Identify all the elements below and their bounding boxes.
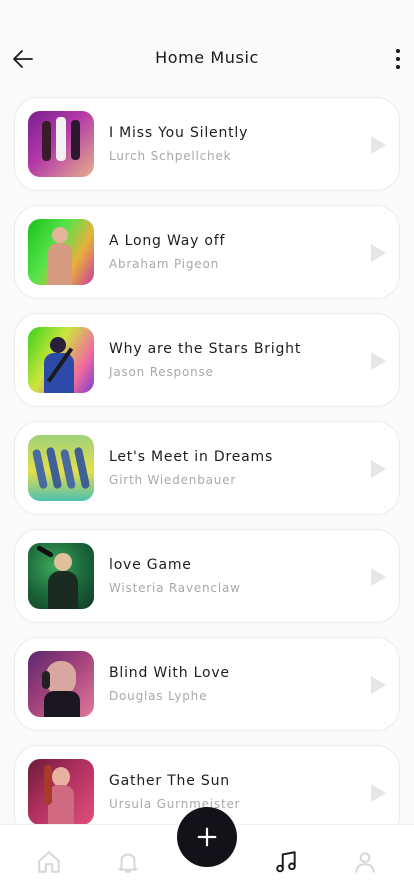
user-icon <box>355 852 375 873</box>
album-art <box>28 543 94 609</box>
album-art <box>28 651 94 717</box>
album-art <box>28 327 94 393</box>
song-artist: Jason Response <box>109 365 214 379</box>
nav-music[interactable] <box>273 849 299 875</box>
bell-icon <box>118 853 138 873</box>
song-title: Gather The Sun <box>109 773 230 789</box>
nav-profile[interactable] <box>352 849 378 875</box>
album-art <box>28 759 94 825</box>
song-title: A Long Way off <box>109 233 226 249</box>
song-card[interactable]: A Long Way off Abraham Pigeon <box>14 205 400 299</box>
nav-notifications[interactable] <box>115 849 141 875</box>
add-button[interactable] <box>177 807 237 867</box>
song-artist: Douglas Lyphe <box>109 689 208 703</box>
play-icon[interactable] <box>371 676 386 694</box>
play-icon[interactable] <box>371 352 386 370</box>
song-title: I Miss You Silently <box>109 125 249 141</box>
song-title: Let's Meet in Dreams <box>109 449 274 465</box>
screen: Home Music I Miss You Silently Lurch Sch… <box>0 0 414 896</box>
play-icon[interactable] <box>371 244 386 262</box>
play-icon[interactable] <box>371 784 386 802</box>
plus-icon <box>197 827 217 847</box>
song-artist: Ursula Gurnmeister <box>109 797 241 811</box>
song-title: Blind With Love <box>109 665 230 681</box>
song-card[interactable]: love Game Wisteria Ravenclaw <box>14 529 400 623</box>
album-art <box>28 435 94 501</box>
song-card[interactable]: Let's Meet in Dreams Girth Wiedenbauer <box>14 421 400 515</box>
song-card[interactable]: Blind With Love Douglas Lyphe <box>14 637 400 731</box>
album-art <box>28 219 94 285</box>
play-icon[interactable] <box>371 136 386 154</box>
song-card[interactable]: I Miss You Silently Lurch Schpellchek <box>14 97 400 191</box>
home-icon <box>38 851 60 873</box>
song-artist: Lurch Schpellchek <box>109 149 232 163</box>
song-artist: Girth Wiedenbauer <box>109 473 237 487</box>
play-icon[interactable] <box>371 568 386 586</box>
song-card[interactable]: Why are the Stars Bright Jason Response <box>14 313 400 407</box>
song-list: I Miss You Silently Lurch Schpellchek A … <box>0 0 414 896</box>
music-note-icon <box>276 851 296 873</box>
play-icon[interactable] <box>371 460 386 478</box>
album-art <box>28 111 94 177</box>
nav-home[interactable] <box>36 849 62 875</box>
song-title: Why are the Stars Bright <box>109 341 302 357</box>
song-artist: Wisteria Ravenclaw <box>109 581 241 595</box>
song-title: love Game <box>109 557 192 573</box>
song-artist: Abraham Pigeon <box>109 257 220 271</box>
